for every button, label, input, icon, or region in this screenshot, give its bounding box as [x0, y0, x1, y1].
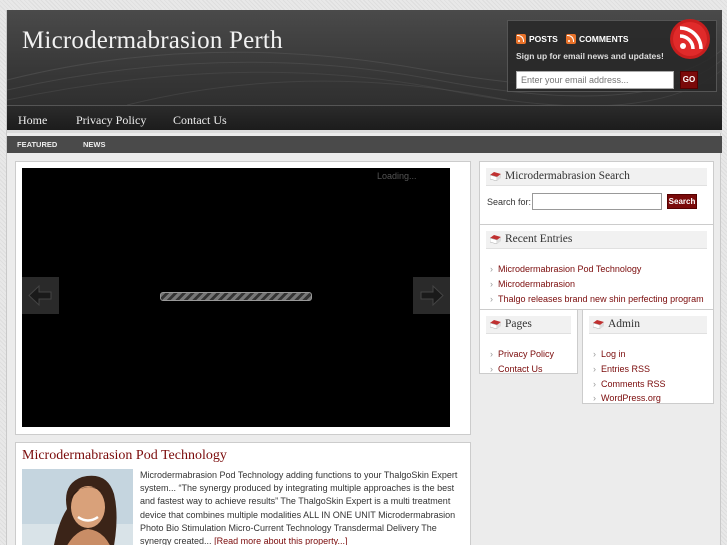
rss-icon [516, 34, 526, 44]
nav-item-contact-us[interactable]: Contact Us [173, 113, 227, 128]
category-news[interactable]: NEWS [83, 140, 106, 149]
pages-widget: Pages Privacy Policy Contact Us [479, 309, 578, 377]
email-input[interactable] [516, 71, 674, 89]
recent-entries-title: Recent Entries [486, 231, 707, 249]
search-input[interactable] [532, 193, 662, 210]
post-entry: Microdermabrasion Pod Technology Microde… [15, 442, 471, 545]
recent-entry-link[interactable]: Microdermabrasion [490, 277, 704, 292]
post-excerpt-text: Microdermabrasion Pod Technology adding … [140, 470, 458, 545]
category-nav: FEATURED NEWS [7, 136, 722, 153]
site-header: Microdermabrasion Perth POSTS COMMENTS S… [7, 10, 722, 105]
recent-entry-link[interactable]: Microdermabrasion Pod Technology [490, 262, 704, 277]
arrow-right-icon [420, 284, 444, 307]
admin-widget: Admin Log in Entries RSS Comments RSS Wo… [582, 309, 714, 406]
woman-photo-image [22, 469, 133, 545]
category-icon [593, 320, 604, 329]
page-link-privacy-policy[interactable]: Privacy Policy [490, 347, 554, 362]
search-widget-title-text: Microdermabrasion Search [505, 170, 630, 182]
signup-text: Sign up for email news and updates! [516, 51, 664, 61]
category-icon [490, 320, 501, 329]
admin-link-log-in[interactable]: Log in [593, 347, 666, 362]
post-title[interactable]: Microdermabrasion Pod Technology [22, 448, 227, 464]
search-button[interactable]: Search [667, 194, 697, 209]
posts-feed-label: POSTS [529, 34, 558, 44]
posts-feed-link[interactable]: POSTS [516, 34, 558, 44]
admin-widget-title: Admin [589, 316, 707, 334]
loading-progress-bar [160, 292, 312, 301]
go-button[interactable]: GO [680, 71, 698, 89]
pages-widget-title: Pages [486, 316, 571, 334]
admin-link-comments-rss[interactable]: Comments RSS [593, 377, 666, 392]
recent-entries-title-text: Recent Entries [505, 233, 573, 245]
pages-list: Privacy Policy Contact Us [490, 347, 554, 377]
slider-prev-button[interactable] [22, 277, 59, 314]
admin-widget-title-text: Admin [608, 318, 640, 330]
search-label: Search for: [487, 197, 532, 207]
arrow-left-icon [28, 284, 52, 307]
loading-text: Loading... [377, 171, 417, 181]
search-widget: Microdermabrasion Search Search for: Sea… [479, 161, 714, 227]
pages-widget-title-text: Pages [505, 318, 532, 330]
recent-entries-widget: Recent Entries Microdermabrasion Pod Tec… [479, 224, 714, 310]
page-wrapper: Microdermabrasion Perth POSTS COMMENTS S… [6, 10, 722, 545]
nav-item-home[interactable]: Home [18, 113, 47, 128]
category-featured[interactable]: FEATURED [17, 140, 57, 149]
rss-icon [566, 34, 576, 44]
featured-slider-box: Loading... [15, 161, 471, 435]
admin-list: Log in Entries RSS Comments RSS WordPres… [593, 347, 666, 406]
slider-next-button[interactable] [413, 277, 450, 314]
read-more-link[interactable]: [Read more about this property...] [214, 536, 347, 545]
category-icon [490, 235, 501, 244]
post-excerpt: Microdermabrasion Pod Technology adding … [140, 469, 462, 545]
search-widget-title: Microdermabrasion Search [486, 168, 707, 186]
rss-large-icon[interactable] [668, 17, 712, 61]
site-title[interactable]: Microdermabrasion Perth [22, 27, 283, 55]
admin-link-entries-rss[interactable]: Entries RSS [593, 362, 666, 377]
page-link-contact-us[interactable]: Contact Us [490, 362, 554, 377]
post-thumbnail[interactable] [22, 469, 133, 545]
recent-entry-link[interactable]: Thalgo releases brand new shin perfectin… [490, 292, 704, 307]
comments-feed-link[interactable]: COMMENTS [566, 34, 629, 44]
nav-item-privacy-policy[interactable]: Privacy Policy [76, 113, 146, 128]
featured-slider[interactable]: Loading... [22, 168, 450, 427]
admin-link-wordpress[interactable]: WordPress.org [593, 391, 666, 406]
main-nav: Home Privacy Policy Contact Us [7, 105, 722, 133]
category-icon [490, 172, 501, 181]
recent-entries-list: Microdermabrasion Pod Technology Microde… [490, 262, 704, 306]
comments-feed-label: COMMENTS [579, 34, 629, 44]
